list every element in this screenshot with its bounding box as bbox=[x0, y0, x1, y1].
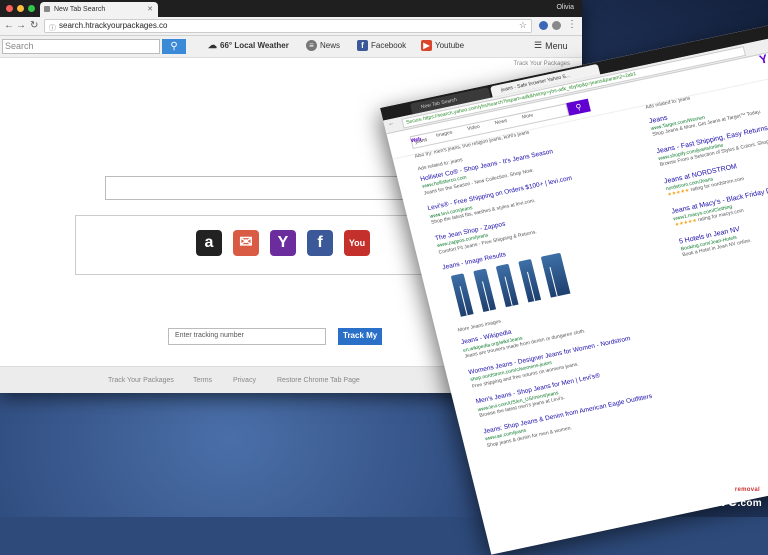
forward-icon[interactable]: → bbox=[16, 20, 26, 31]
amazon-icon[interactable]: a bbox=[196, 230, 222, 256]
close-window-button[interactable] bbox=[6, 5, 13, 12]
close-tab-icon[interactable]: ✕ bbox=[147, 5, 153, 13]
news-link[interactable]: ≡ News bbox=[306, 40, 340, 51]
search-icon: ⚲ bbox=[170, 41, 178, 52]
reload-icon[interactable]: ↻ bbox=[30, 20, 38, 31]
tab-bar: New Tab Search ✕ Olivia bbox=[0, 0, 582, 17]
hamburger-icon: ☰ bbox=[534, 40, 543, 50]
footer-link-restore[interactable]: Restore Chrome Tab Page bbox=[277, 377, 360, 384]
footer-link-terms[interactable]: Terms bbox=[193, 377, 212, 384]
footer-link-privacy[interactable]: Privacy bbox=[233, 377, 256, 384]
watermark-tag: removal bbox=[734, 487, 760, 493]
jeans-thumbnail[interactable] bbox=[518, 258, 542, 303]
news-icon: ≡ bbox=[306, 40, 317, 51]
address-toolbar: ← → ↻ ⓘ search.htrackyourpackages.co ☆ ⋮ bbox=[0, 17, 582, 36]
menu-button[interactable]: ☰ Menu bbox=[534, 40, 568, 51]
chrome-menu-icon[interactable]: ⋮ bbox=[567, 19, 577, 30]
tracking-number-input[interactable]: Enter tracking number bbox=[168, 328, 326, 345]
site-toolbar: Search ⚲ ☁ 66° Local Weather ≡ News f Fa… bbox=[0, 36, 582, 58]
search-input[interactable]: Search bbox=[2, 39, 160, 54]
mail-icon[interactable]: ✉ bbox=[233, 230, 259, 256]
youtube-icon: ▶ bbox=[421, 40, 432, 51]
search-icon: ⚲ bbox=[574, 102, 583, 113]
yahoo-icon[interactable]: Y bbox=[270, 230, 296, 256]
footer-link-track[interactable]: Track Your Packages bbox=[108, 377, 174, 384]
jeans-thumbnail[interactable] bbox=[495, 263, 519, 307]
youtube-icon[interactable]: You bbox=[344, 230, 370, 256]
track-button[interactable]: Track My bbox=[338, 328, 382, 345]
jeans-thumbnail[interactable] bbox=[450, 273, 474, 317]
back-icon[interactable]: ← bbox=[4, 20, 14, 31]
extension-icon[interactable] bbox=[539, 21, 548, 30]
search-button[interactable]: ⚲ bbox=[162, 39, 186, 54]
facebook-icon[interactable]: f bbox=[307, 230, 333, 256]
maximize-window-button[interactable] bbox=[28, 5, 35, 12]
facebook-icon: f bbox=[357, 40, 368, 51]
tab-favicon-icon bbox=[44, 6, 50, 12]
track-packages-link[interactable]: Track Your Packages bbox=[514, 61, 570, 67]
youtube-link[interactable]: ▶ Youtube bbox=[421, 40, 464, 51]
weather-icon: ☁ bbox=[208, 40, 217, 50]
tab-title: New Tab Search bbox=[54, 6, 106, 13]
address-bar[interactable]: ⓘ search.htrackyourpackages.co ☆ bbox=[44, 19, 532, 33]
watermark-text: 2spyware bbox=[657, 491, 738, 510]
watermark-suffix: .com bbox=[737, 498, 762, 509]
watermark-logo: removal 2spyware.com bbox=[657, 487, 762, 511]
minimize-window-button[interactable] bbox=[17, 5, 24, 12]
bookmark-star-icon[interactable]: ☆ bbox=[519, 20, 527, 31]
address-url: search.htrackyourpackages.co bbox=[59, 21, 168, 30]
facebook-link[interactable]: f Facebook bbox=[357, 40, 406, 51]
jeans-thumbnail[interactable] bbox=[540, 252, 571, 298]
back-icon[interactable]: ← bbox=[388, 120, 395, 127]
info-icon: ⓘ bbox=[49, 25, 56, 32]
tab-new-tab-search[interactable]: New Tab Search ✕ bbox=[40, 2, 158, 17]
yahoo-search-button[interactable]: ⚲ bbox=[566, 98, 591, 116]
weather-link[interactable]: ☁ 66° Local Weather bbox=[208, 40, 289, 51]
extension-icon[interactable] bbox=[552, 21, 561, 30]
profile-name[interactable]: Olivia bbox=[556, 4, 574, 11]
jeans-thumbnail[interactable] bbox=[473, 268, 497, 312]
